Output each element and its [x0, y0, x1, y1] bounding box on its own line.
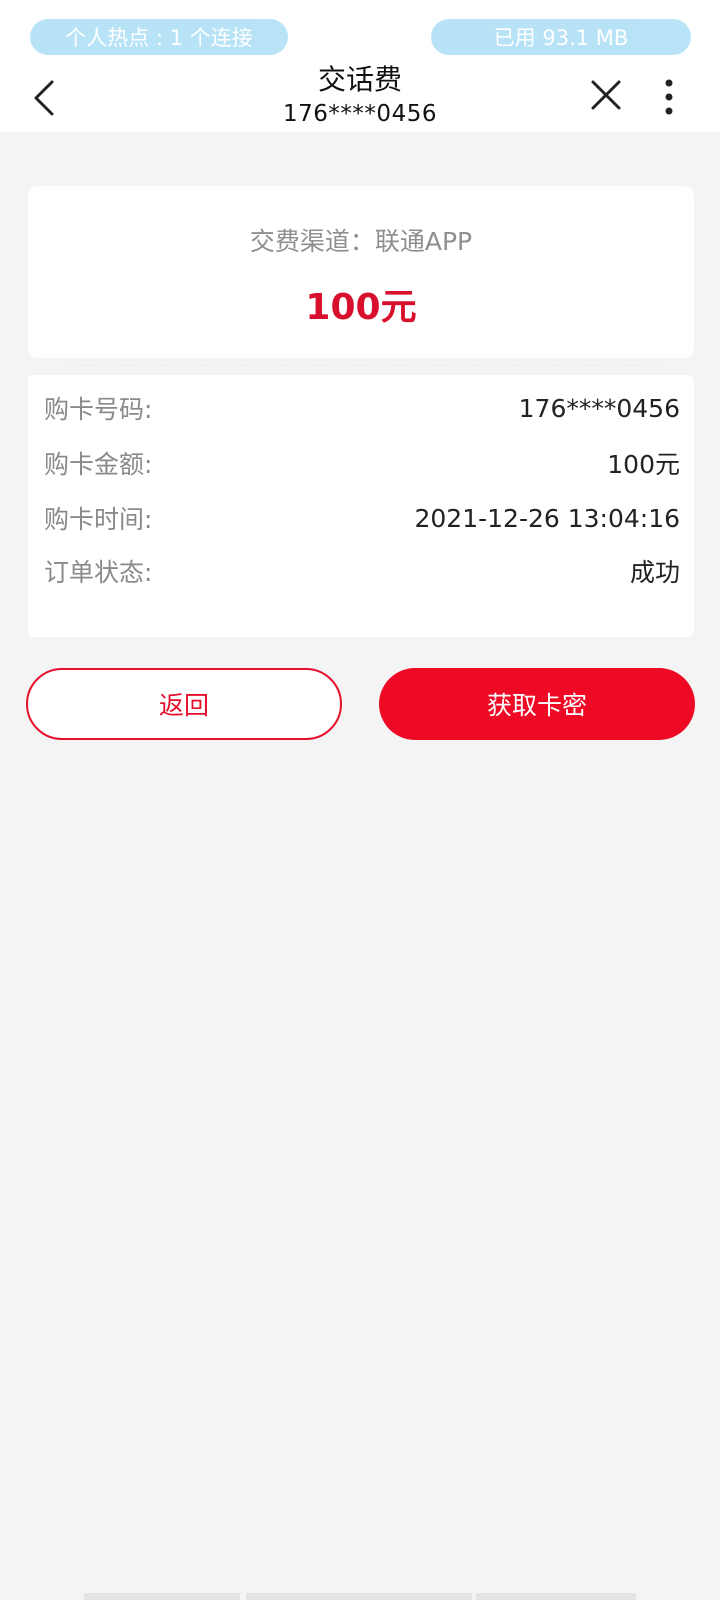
detail-label: 购卡时间: — [44, 505, 153, 534]
hotspot-status-text: 个人热点 : 1 个连接 — [65, 26, 253, 50]
detail-value: 100元 — [607, 450, 680, 479]
card-divider — [70, 364, 660, 366]
bottom-nav-indicator — [246, 1593, 472, 1600]
detail-value: 2021-12-26 13:04:16 — [414, 503, 680, 533]
data-usage-text: 已用 93.1 MB — [493, 26, 629, 50]
detail-row-card-amount: 购卡金额: 100元 — [44, 443, 680, 483]
bottom-nav-indicator — [476, 1593, 636, 1600]
detail-value: 176****0456 — [518, 393, 680, 423]
order-detail-card: 购卡号码: 176****0456 购卡金额: 100元 购卡时间: 2021-… — [28, 375, 694, 637]
payment-amount: 100元 — [305, 287, 417, 328]
detail-label: 购卡金额: — [44, 450, 153, 479]
payment-channel: 交费渠道：联通APP — [249, 227, 473, 256]
detail-label: 订单状态: — [44, 558, 153, 587]
hotspot-status-pill: 个人热点 : 1 个连接 — [30, 19, 288, 55]
data-usage-pill: 已用 93.1 MB — [431, 19, 691, 55]
bottom-nav-indicator — [84, 1593, 240, 1600]
detail-row-order-status: 订单状态: 成功 — [44, 551, 680, 591]
close-icon[interactable] — [589, 78, 623, 112]
detail-row-card-number: 购卡号码: 176****0456 — [44, 388, 680, 428]
detail-label: 购卡号码: — [44, 395, 153, 424]
header-bar: 个人热点 : 1 个连接 已用 93.1 MB 交话费 176****0456 — [0, 0, 720, 132]
more-vertical-icon[interactable] — [662, 78, 676, 116]
payment-summary-card: 交费渠道：联通APP 100元 — [28, 186, 694, 358]
detail-value: 成功 — [629, 558, 680, 587]
get-card-pin-button[interactable]: 获取卡密 — [379, 668, 695, 740]
back-button[interactable]: 返回 — [26, 668, 342, 740]
detail-row-purchase-time: 购卡时间: 2021-12-26 13:04:16 — [44, 498, 680, 538]
